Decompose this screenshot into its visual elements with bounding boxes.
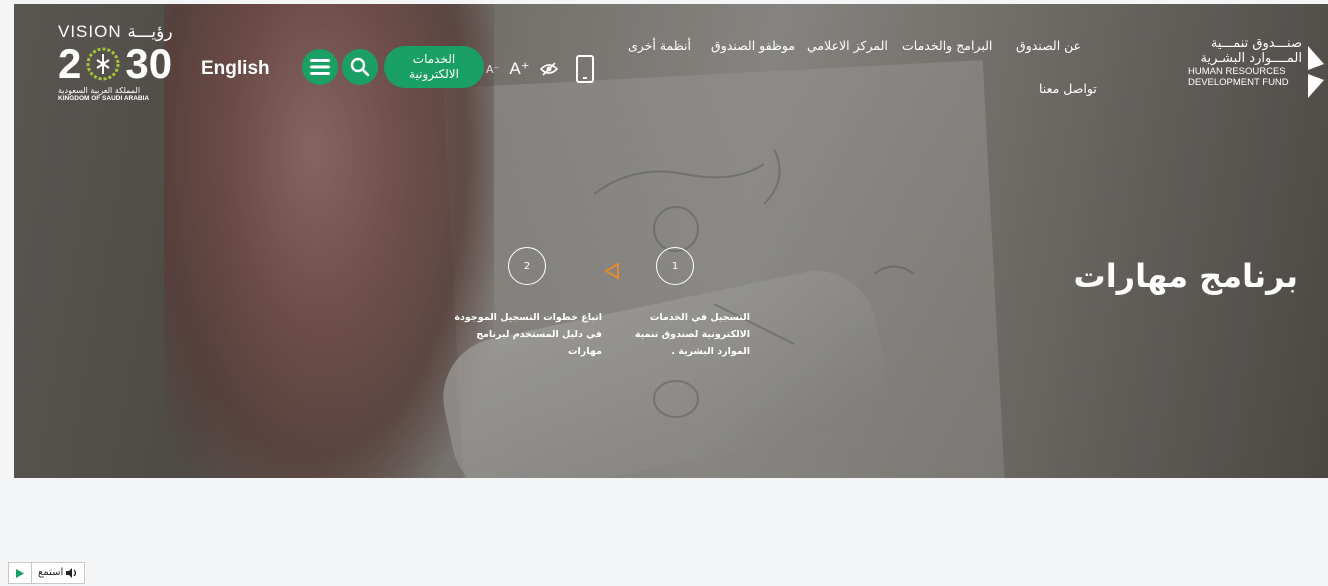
listen-button[interactable]: استمع [32,563,84,583]
vision-year-right: 30 [125,40,173,87]
accessibility-tools: A⁻ A⁺ [486,55,594,83]
hrdf-logo-arabic-line1: صنـــدوق تنمـــية [1210,36,1302,51]
font-increase-button[interactable]: A⁺ [509,59,529,79]
nav-fund-employees[interactable]: موظفو الصندوق [711,38,795,53]
search-icon [350,57,370,77]
nav-programs-services[interactable]: البرامج والخدمات [902,38,992,53]
font-decrease-button[interactable]: A⁻ [486,63,499,76]
page-title: برنامج مهارات [1073,257,1298,296]
site-header: VISION رؤيـــة 2 30 المملكة العربية السع… [0,0,1328,130]
nav-other-systems[interactable]: أنظمة أخرى [628,38,691,53]
vision-year-left: 2 [58,40,82,87]
hamburger-icon [310,59,330,75]
vision-kingdom-english: KINGDOM OF SAUDI ARABIA [58,95,150,102]
nav-contact-us[interactable]: تواصل معنا [1039,81,1097,96]
palm-emblem-icon [86,47,120,81]
eservices-label-line2: الالكترونية [409,67,459,81]
nav-about-fund[interactable]: عن الصندوق [1016,38,1081,53]
step-1-number: 1 [656,247,694,285]
hrdf-logo-arabic-line2: المــــوارد البشـرية [1200,51,1302,66]
listen-widget[interactable]: استمع [8,562,86,584]
vision-year: 2 30 [58,42,188,86]
step-2-number: 2 [508,247,546,285]
mobile-phone-icon[interactable] [575,55,594,83]
eservices-button[interactable]: الخدمات الالكترونية [384,46,484,88]
play-button[interactable] [9,563,32,583]
vision-kingdom-arabic: المملكة العربية السعودية [58,86,141,95]
language-switch-link[interactable]: English [201,58,270,80]
step-2: 2 اتباع خطوات التسجيل الموجودة في دليل ا… [452,247,602,360]
search-button[interactable] [342,49,378,85]
step-arrow-icon [604,262,619,280]
eservices-label: الخدمات الالكترونية [409,52,459,82]
vision-2030-logo[interactable]: VISION رؤيـــة 2 30 المملكة العربية السع… [58,22,188,102]
play-icon [16,568,24,578]
listen-label: استمع [38,567,64,578]
vision-title: VISION رؤيـــة [58,22,173,41]
speaker-icon [66,568,77,578]
step-1-text: التسجيل في الخدمات الالكترونية لصندوق تن… [634,312,750,357]
step-1: 1 التسجيل في الخدمات الالكترونية لصندوق … [600,247,750,360]
eye-slash-icon[interactable] [539,62,558,76]
eservices-label-line1: الخدمات [412,52,456,66]
hrdf-mark-icon [1308,46,1324,98]
menu-button[interactable] [302,49,338,85]
nav-media-center[interactable]: المركز الاعلامي [807,38,888,53]
hrdf-logo[interactable]: صنـــدوق تنمـــية المــــوارد البشـرية H… [1188,36,1328,106]
step-2-text: اتباع خطوات التسجيل الموجودة في دليل الم… [454,312,602,357]
